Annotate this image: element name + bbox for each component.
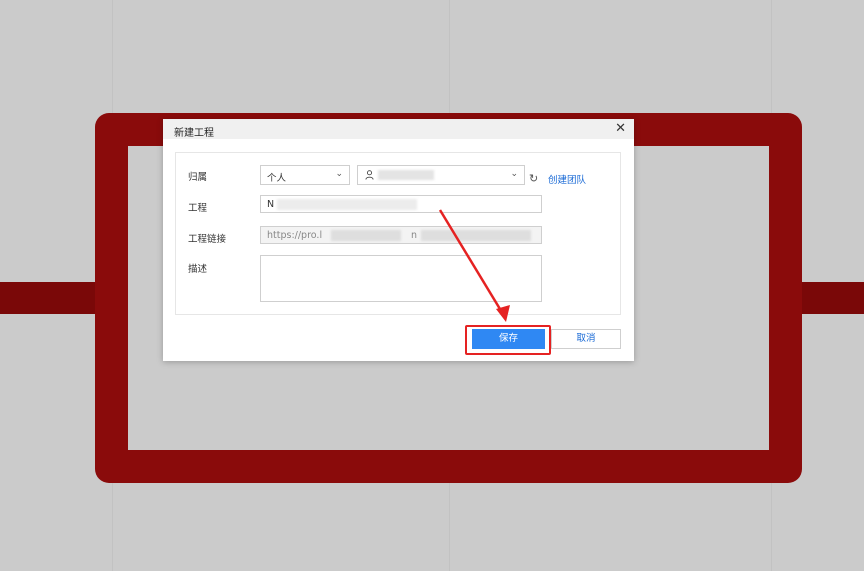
annotation-arrow (438, 209, 510, 322)
